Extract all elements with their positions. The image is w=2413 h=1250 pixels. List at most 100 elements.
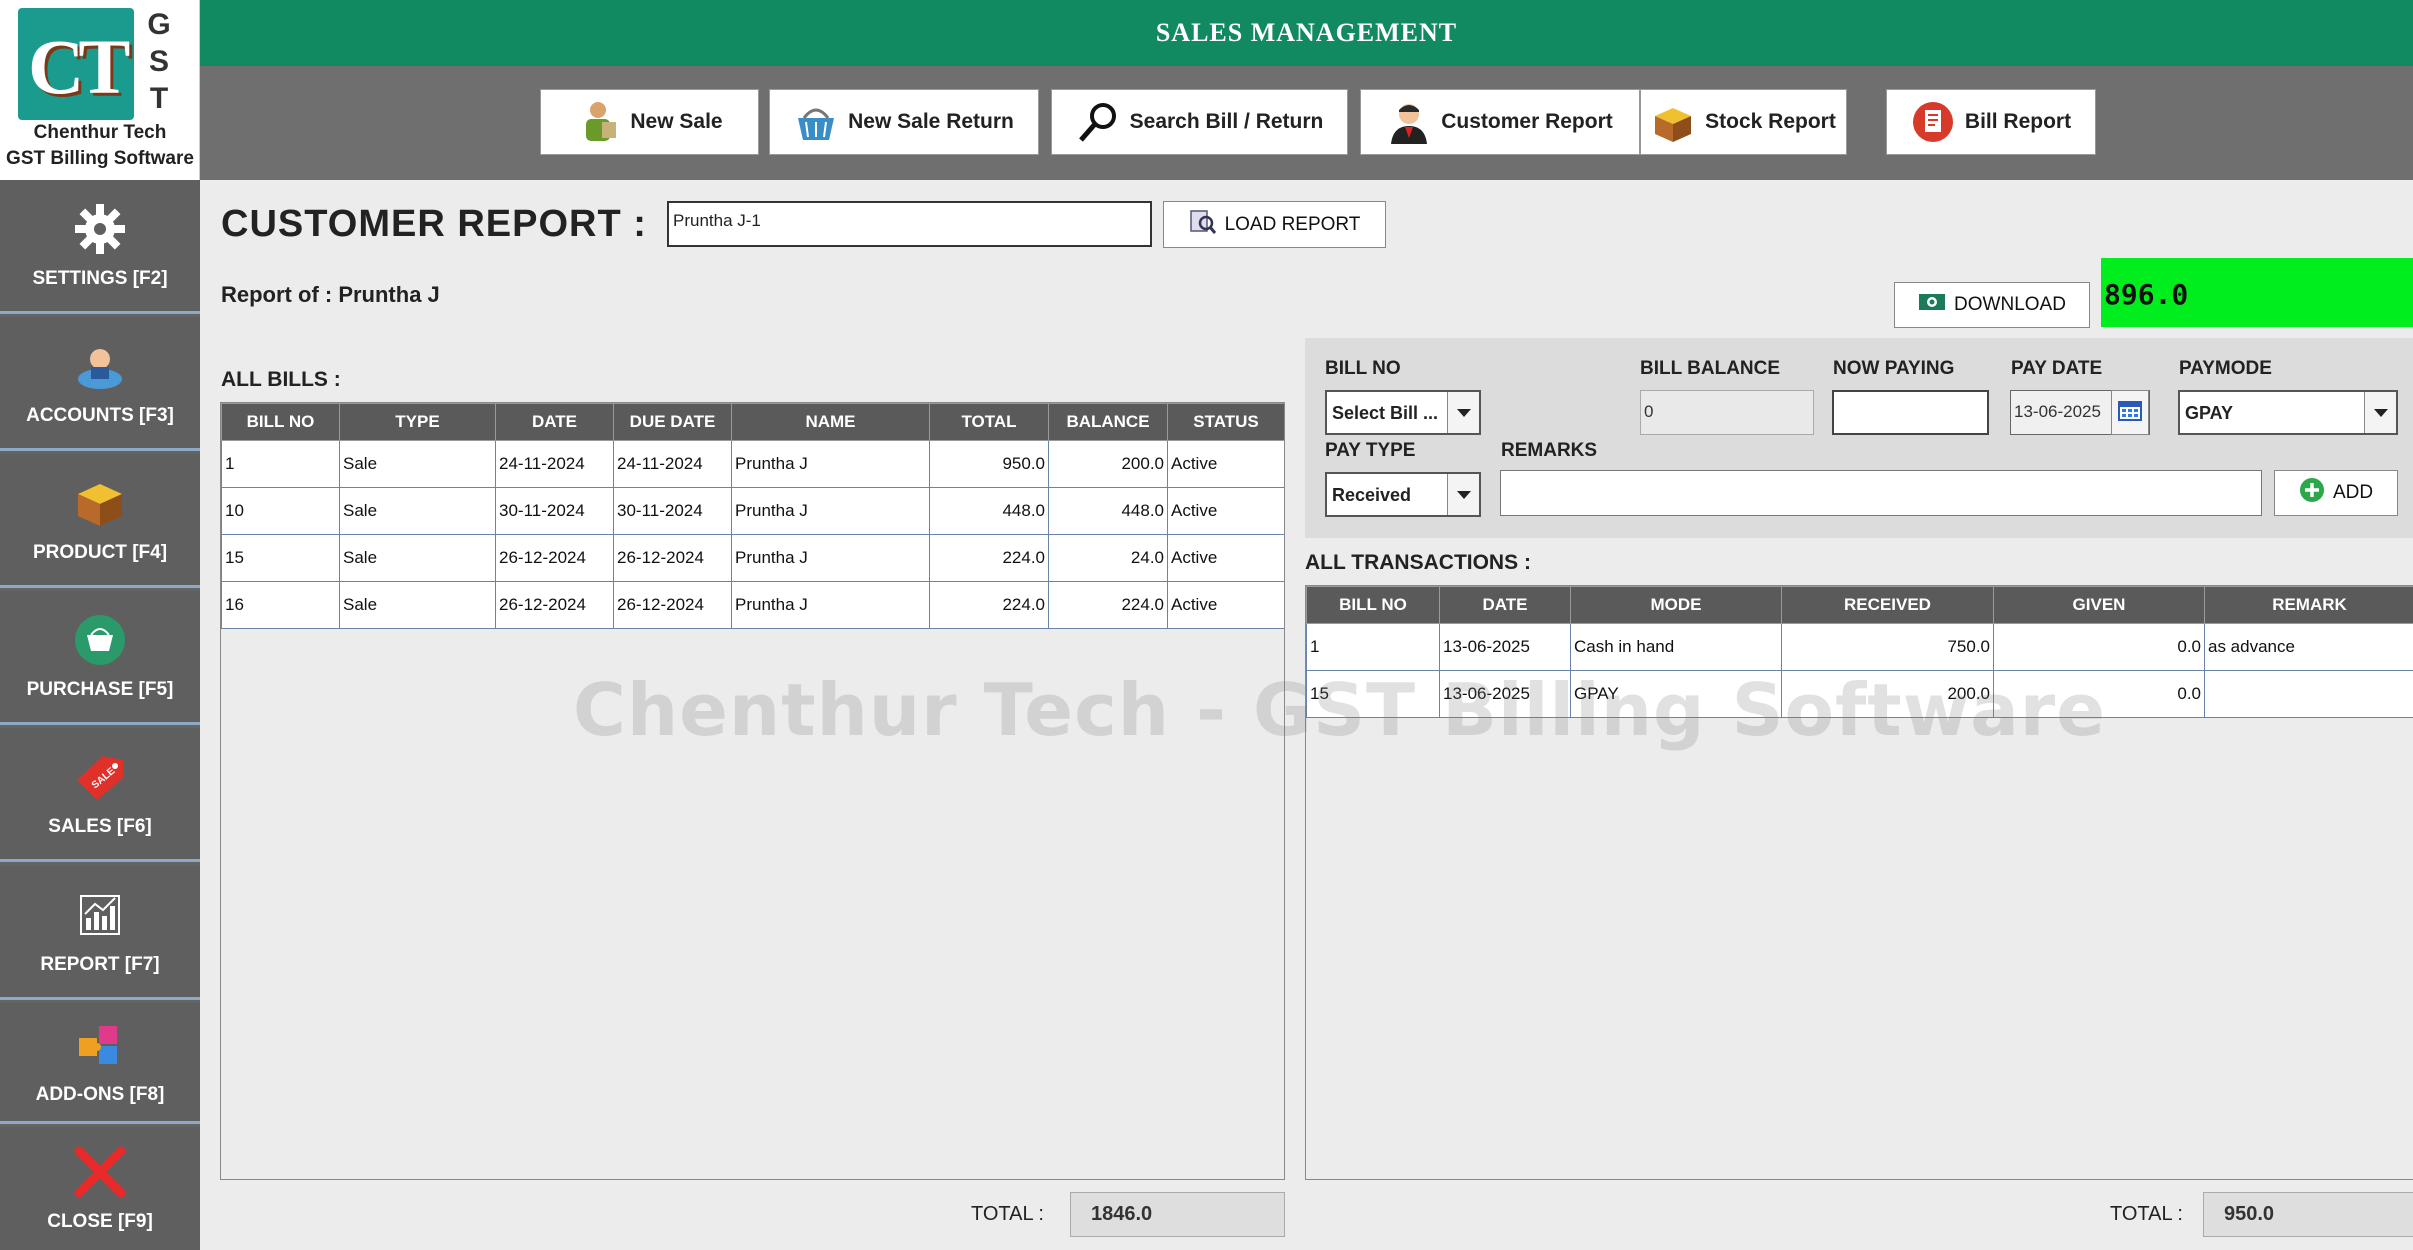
column-header[interactable]: NAME	[731, 403, 930, 441]
transactions-table: BILL NO DATE MODE RECEIVED GIVEN REMARK …	[1306, 586, 2413, 718]
sidebar-item-label: ACCOUNTS [F3]	[26, 404, 174, 426]
column-header[interactable]: BILL NO	[221, 403, 340, 441]
balance-cell: 200.0	[1048, 440, 1168, 488]
bills-header-row: BILL NO TYPE DATE DUE DATE NAME TOTAL BA…	[221, 403, 1284, 441]
stock-report-button[interactable]: Stock Report	[1640, 89, 1847, 155]
sidebar-item-addons[interactable]: ADD-ONS [F8]	[0, 1003, 200, 1124]
table-row[interactable]: 10 Sale 30-11-2024 30-11-2024 Pruntha J …	[221, 487, 1284, 535]
sidebar-item-report[interactable]: REPORT [F7]	[0, 866, 200, 1000]
sidebar-item-label: SETTINGS [F2]	[32, 267, 168, 289]
calendar-button[interactable]	[2111, 390, 2149, 435]
sale-tag-icon: SALE	[73, 750, 127, 804]
transactions-table-panel: BILL NO DATE MODE RECEIVED GIVEN REMARK …	[1305, 585, 2413, 1180]
column-header[interactable]: STATUS	[1167, 403, 1284, 441]
basket-icon	[794, 100, 838, 144]
logo-product-name: GST Billing Software	[6, 148, 194, 169]
table-cell: 224.0	[929, 581, 1049, 629]
chevron-down-icon[interactable]	[1447, 474, 1479, 515]
bill-no-select-value: Select Bill ...	[1332, 403, 1439, 423]
customer-icon	[1387, 100, 1431, 144]
column-header[interactable]: BALANCE	[1048, 403, 1168, 441]
customer-search-input[interactable]: Pruntha J-1	[667, 201, 1152, 247]
column-header[interactable]: RECEIVED	[1781, 586, 1994, 624]
now-paying-label: NOW PAYING	[1833, 358, 1955, 379]
product-box-icon	[73, 476, 127, 530]
logo-mark-text: CT	[28, 23, 130, 110]
new-sale-button[interactable]: New Sale	[540, 89, 759, 155]
pay-type-select-value: Received	[1332, 485, 1412, 505]
table-cell: 26-12-2024	[613, 534, 732, 582]
table-row[interactable]: 1 Sale 24-11-2024 24-11-2024 Pruntha J 9…	[221, 440, 1284, 488]
column-header[interactable]: REMARK	[2204, 586, 2413, 624]
new-sale-return-button[interactable]: New Sale Return	[769, 89, 1039, 155]
customer-report-button[interactable]: Customer Report	[1360, 89, 1640, 155]
bills-table: BILL NO TYPE DATE DUE DATE NAME TOTAL BA…	[221, 403, 1284, 629]
logo-gst-letter: T	[149, 82, 169, 115]
column-header[interactable]: TYPE	[339, 403, 496, 441]
load-report-icon	[1189, 209, 1217, 241]
load-report-label: LOAD REPORT	[1224, 213, 1361, 235]
table-cell: 24-11-2024	[495, 440, 614, 488]
download-button[interactable]: DOWNLOAD	[1894, 282, 2090, 328]
sidebar-item-settings[interactable]: SETTINGS [F2]	[0, 180, 200, 314]
table-cell: Active	[1167, 440, 1284, 488]
column-header[interactable]: DATE	[1439, 586, 1571, 624]
table-cell: Pruntha J	[731, 440, 930, 488]
magnifier-icon	[1076, 100, 1120, 144]
chevron-down-icon[interactable]	[2364, 392, 2396, 433]
all-bills-label: ALL BILLS :	[221, 368, 341, 391]
sidebar-item-close[interactable]: CLOSE [F9]	[0, 1127, 200, 1250]
transactions-header-row: BILL NO DATE MODE RECEIVED GIVEN REMARK	[1306, 586, 2413, 624]
column-header[interactable]: MODE	[1570, 586, 1782, 624]
table-cell: 750.0	[1781, 623, 1994, 671]
top-toolbar: New Sale New Sale Return Search Bill / R…	[200, 66, 2413, 180]
table-cell: 950.0	[929, 440, 1049, 488]
add-plus-icon	[2299, 477, 2325, 509]
balance-cell: 24.0	[1048, 534, 1168, 582]
remarks-label: REMARKS	[1501, 440, 1598, 461]
pay-type-select[interactable]: Received	[1325, 472, 1481, 517]
sidebar-item-accounts[interactable]: ACCOUNTS [F3]	[0, 317, 200, 451]
bill-no-label: BILL NO	[1325, 358, 1401, 379]
new-sale-icon	[576, 100, 620, 144]
paymode-label: PAYMODE	[2179, 358, 2272, 379]
add-payment-button[interactable]: ADD	[2274, 470, 2398, 516]
logo-company-name: Chenthur Tech	[33, 122, 167, 143]
table-row[interactable]: 1 13-06-2025 Cash in hand 750.0 0.0 as a…	[1306, 623, 2413, 671]
stock-report-label: Stock Report	[1705, 110, 1836, 133]
sidebar: SETTINGS [F2] ACCOUNTS [F3] PRODUCT [F4]…	[0, 180, 200, 1250]
chevron-down-icon[interactable]	[1447, 392, 1479, 433]
column-header[interactable]: DATE	[495, 403, 614, 441]
table-row[interactable]: 15 Sale 26-12-2024 26-12-2024 Pruntha J …	[221, 534, 1284, 582]
report-chart-icon	[73, 888, 127, 942]
all-transactions-label: ALL TRANSACTIONS :	[1305, 551, 1531, 574]
bill-report-label: Bill Report	[1964, 110, 2072, 133]
close-x-icon	[73, 1145, 127, 1199]
bills-total-value: 1846.0	[1070, 1192, 1285, 1237]
bill-icon	[1911, 100, 1955, 144]
column-header[interactable]: TOTAL	[929, 403, 1049, 441]
load-report-button[interactable]: LOAD REPORT	[1163, 201, 1386, 248]
column-header[interactable]: GIVEN	[1993, 586, 2205, 624]
now-paying-input[interactable]	[1832, 390, 1989, 435]
sidebar-item-product[interactable]: PRODUCT [F4]	[0, 454, 200, 588]
column-header[interactable]: DUE DATE	[613, 403, 732, 441]
search-bill-return-label: Search Bill / Return	[1129, 110, 1324, 133]
new-sale-label: New Sale	[630, 110, 723, 133]
remarks-input[interactable]	[1500, 470, 2262, 516]
table-cell: Pruntha J	[731, 581, 930, 629]
sidebar-item-sales[interactable]: SALE SALES [F6]	[0, 728, 200, 862]
sidebar-item-label: REPORT [F7]	[40, 953, 160, 975]
logo-gst-letter: S	[148, 45, 169, 78]
balance-cell: 224.0	[1048, 581, 1168, 629]
search-bill-return-button[interactable]: Search Bill / Return	[1051, 89, 1348, 155]
column-header[interactable]: BILL NO	[1306, 586, 1440, 624]
table-cell: as advance	[2204, 623, 2413, 671]
table-row[interactable]: 15 13-06-2025 GPAY 200.0 0.0	[1306, 670, 2413, 718]
paymode-select[interactable]: GPAY	[2178, 390, 2398, 435]
bill-no-select[interactable]: Select Bill ...	[1325, 390, 1481, 435]
sidebar-item-purchase[interactable]: PURCHASE [F5]	[0, 591, 200, 725]
bill-report-button[interactable]: Bill Report	[1886, 89, 2096, 155]
table-cell: 0.0	[1993, 670, 2205, 718]
table-row[interactable]: 16 Sale 26-12-2024 26-12-2024 Pruntha J …	[221, 581, 1284, 629]
